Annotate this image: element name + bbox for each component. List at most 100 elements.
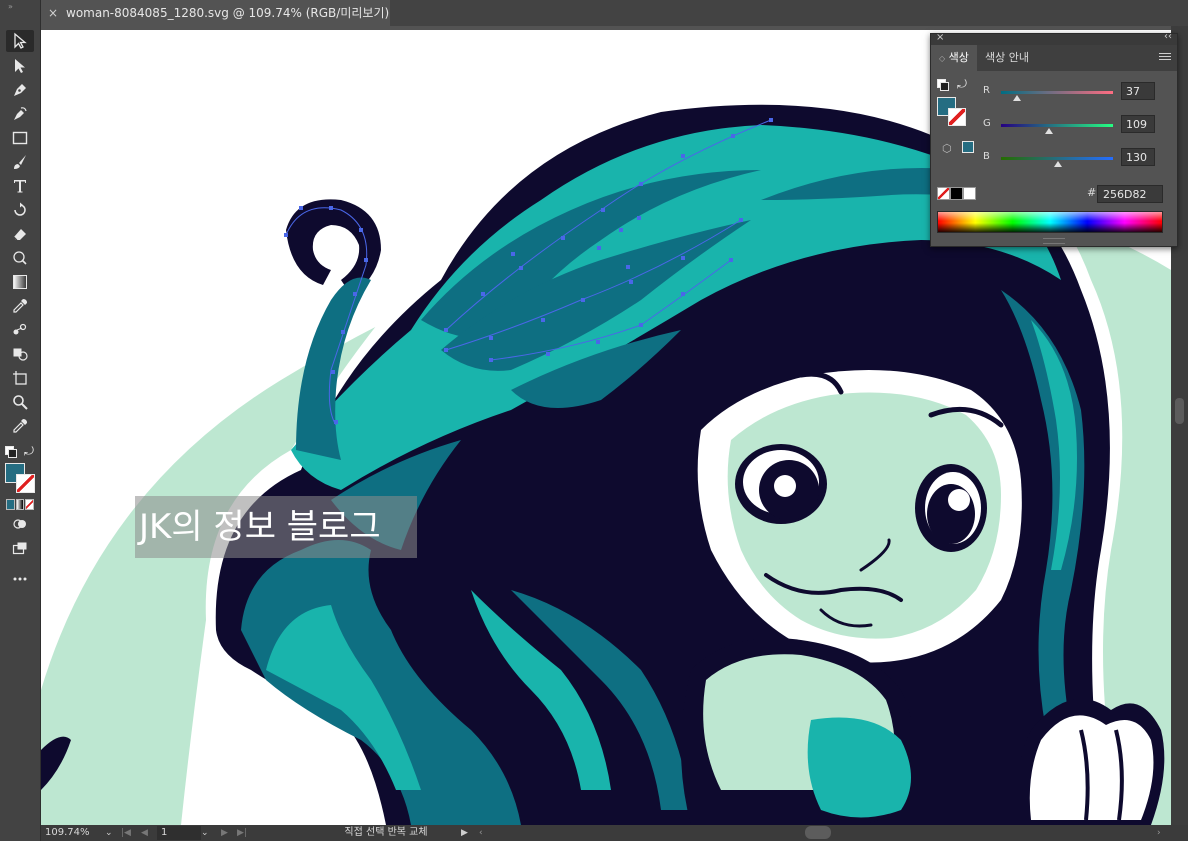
screen-mode-icon <box>12 542 27 555</box>
panel-default-colors-icon[interactable] <box>937 79 949 91</box>
toolbar-grip[interactable]: » <box>8 2 13 11</box>
draw-mode-button[interactable] <box>6 513 34 535</box>
curvature-tool[interactable] <box>6 103 34 125</box>
more-dots-icon <box>13 577 27 581</box>
gradient-tool[interactable] <box>6 271 34 293</box>
color-panel: × ‹‹ ◇ 색상 색상 안내 ⤾ ⬡ R 37 G 109 B 130 # 2… <box>930 31 1178 247</box>
puppet-warp-tool[interactable] <box>6 247 34 269</box>
green-slider-thumb[interactable] <box>1044 128 1053 134</box>
none-swatch[interactable] <box>937 187 950 200</box>
scroll-right-icon[interactable]: › <box>1157 826 1161 840</box>
white-swatch[interactable] <box>963 187 976 200</box>
symbol-sprayer-icon <box>13 323 27 335</box>
panel-menu-icon[interactable] <box>1159 51 1171 62</box>
color-mode-buttons[interactable] <box>6 499 35 510</box>
hex-hash-label: # <box>1087 186 1097 199</box>
rotate-icon <box>14 202 26 216</box>
out-of-web-gamut-icon[interactable]: ⬡ <box>942 142 952 155</box>
hex-value-input[interactable]: 256D82 <box>1097 185 1163 203</box>
panel-tabs: ◇ 색상 색상 안내 <box>931 45 1177 71</box>
green-value-input[interactable]: 109 <box>1121 115 1155 133</box>
selection-arrow-icon <box>14 32 27 49</box>
eyedropper-icon <box>13 299 27 313</box>
red-slider[interactable] <box>1001 91 1113 94</box>
tools-panel: » ⤾ <box>0 0 41 841</box>
last-artboard-icon[interactable]: ▶| <box>237 826 247 840</box>
panel-collapse-icon[interactable]: ‹‹ <box>1164 31 1172 42</box>
document-tab[interactable]: × woman-8084085_1280.svg @ 109.74% (RGB/… <box>40 0 390 26</box>
selection-tool[interactable] <box>6 30 34 52</box>
swap-colors-icon[interactable]: ⤾ <box>24 444 34 459</box>
panel-title-strip[interactable]: × ‹‹ <box>931 31 1177 45</box>
document-tab-bar: × woman-8084085_1280.svg @ 109.74% (RGB/… <box>0 0 1188 26</box>
document-tab-title: woman-8084085_1280.svg @ 109.74% (RGB/미리… <box>66 6 390 20</box>
direct-selection-arrow-icon <box>15 59 25 73</box>
blue-slider-thumb[interactable] <box>1054 161 1063 167</box>
next-artboard-icon[interactable]: ▶ <box>221 826 228 840</box>
blend-tool[interactable] <box>6 319 34 341</box>
screen-mode-button[interactable] <box>6 537 34 559</box>
previous-artboard-icon[interactable]: ◀ <box>141 826 148 840</box>
rotate-tool[interactable] <box>6 199 34 221</box>
panel-swap-icon[interactable]: ⤾ <box>957 77 967 92</box>
pen-tool[interactable] <box>6 79 34 101</box>
stroke-swatch[interactable] <box>16 474 35 493</box>
black-swatch[interactable] <box>950 187 963 200</box>
artboard-tool[interactable] <box>6 367 34 389</box>
color-spectrum-bar[interactable] <box>937 211 1163 233</box>
tab-color-guide-label: 색상 안내 <box>985 51 1029 64</box>
zoom-level-field[interactable]: 109.74% <box>45 826 105 840</box>
draw-mode-icon <box>13 519 26 529</box>
artboard-dropdown-chevron-icon[interactable]: ⌄ <box>201 826 209 840</box>
green-channel-label: G <box>983 118 991 129</box>
vertical-scroll-thumb[interactable] <box>1175 398 1184 424</box>
panel-close-icon[interactable]: × <box>936 32 944 43</box>
measure-eyedropper-icon <box>13 419 27 433</box>
puppet-warp-icon <box>13 251 27 265</box>
zoom-magnifier-icon <box>13 395 28 410</box>
status-bar: 109.74% ⌄ |◀ ◀ 1 ⌄ ▶ ▶| 직접 선택 반복 교체 ▶ ‹ … <box>41 825 1188 841</box>
tab-color-label: 색상 <box>948 51 969 64</box>
zoom-dropdown-chevron-icon[interactable]: ⌄ <box>105 826 113 840</box>
eyedropper-tool-2[interactable] <box>6 415 34 437</box>
red-slider-thumb[interactable] <box>1013 95 1022 101</box>
paintbrush-icon <box>14 155 26 169</box>
tab-reorder-icon: ◇ <box>939 54 946 63</box>
blue-slider[interactable] <box>1001 157 1113 160</box>
blue-channel-label: B <box>983 151 990 162</box>
horizontal-scroll-thumb[interactable] <box>805 826 831 839</box>
tab-color[interactable]: ◇ 색상 <box>931 45 977 71</box>
status-text: 직접 선택 반복 교체 <box>344 827 428 838</box>
zoom-tool[interactable] <box>6 391 34 413</box>
pen-nib-icon <box>14 84 26 96</box>
watermark-text: JK의 정보 블로그 <box>135 496 417 558</box>
red-channel-label: R <box>983 85 990 96</box>
scroll-left-icon[interactable]: ‹ <box>479 826 483 840</box>
paintbrush-tool[interactable] <box>6 151 34 173</box>
artboard-number-field[interactable]: 1 <box>157 826 201 840</box>
rectangle-tool[interactable] <box>6 127 34 149</box>
red-value-input[interactable]: 37 <box>1121 82 1155 100</box>
type-tool[interactable] <box>6 175 34 197</box>
edit-toolbar-button[interactable] <box>6 568 34 590</box>
tab-color-guide[interactable]: 색상 안내 <box>977 45 1037 71</box>
type-t-icon <box>14 180 26 193</box>
tab-close-button[interactable]: × <box>48 0 58 26</box>
blue-value-input[interactable]: 130 <box>1121 148 1155 166</box>
direct-selection-tool[interactable] <box>6 55 34 77</box>
web-safe-color-swatch[interactable] <box>962 141 974 153</box>
gradient-icon <box>13 275 27 289</box>
artboard-icon <box>13 371 27 385</box>
eraser-tool[interactable] <box>6 223 34 245</box>
status-menu-arrow-icon[interactable]: ▶ <box>461 826 468 840</box>
default-colors-icon[interactable] <box>5 446 17 458</box>
shape-builder-tool[interactable] <box>6 343 34 365</box>
shape-builder-icon <box>13 348 28 361</box>
green-slider[interactable] <box>1001 124 1113 127</box>
panel-stroke-swatch[interactable] <box>948 108 966 126</box>
curvature-pen-icon <box>14 107 27 120</box>
first-artboard-icon[interactable]: |◀ <box>121 826 131 840</box>
eyedropper-tool[interactable] <box>6 295 34 317</box>
panel-resize-grip[interactable] <box>1043 238 1065 244</box>
eraser-icon <box>13 229 26 241</box>
